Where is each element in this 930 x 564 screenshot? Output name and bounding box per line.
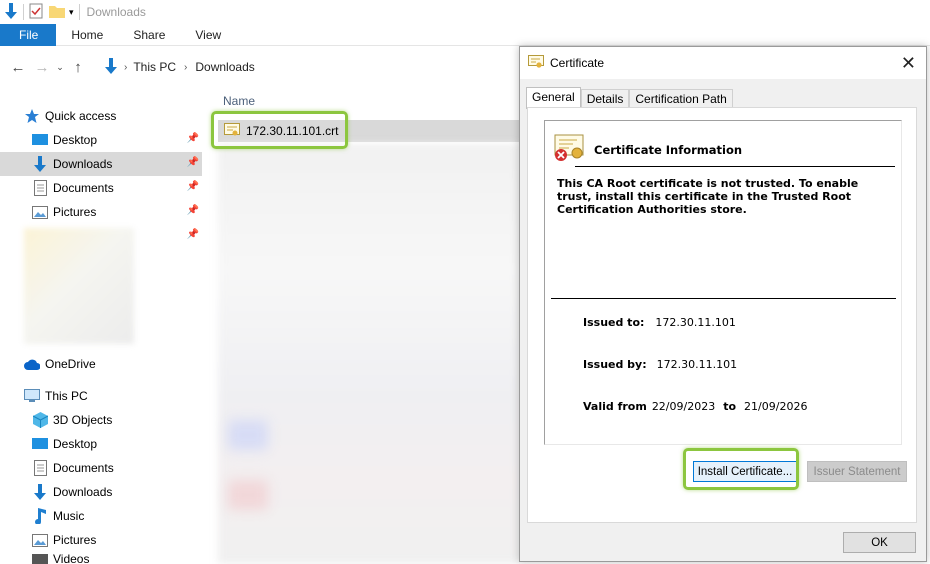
window-title: Downloads xyxy=(86,5,146,19)
tab-general[interactable]: General xyxy=(526,87,581,109)
sidebar-item-desktop[interactable]: Desktop 📌 xyxy=(0,128,202,152)
desktop-icon xyxy=(32,132,48,148)
blurred-region xyxy=(24,228,134,344)
new-folder-icon[interactable] xyxy=(49,4,65,21)
sidebar-item-videos[interactable]: Videos xyxy=(0,552,202,564)
video-icon xyxy=(32,552,48,564)
issued-by-label: Issued by: xyxy=(583,358,647,371)
valid-to-value: 21/09/2026 xyxy=(744,400,808,413)
untrusted-certificate-icon xyxy=(553,133,585,166)
back-arrow-icon[interactable]: ← xyxy=(6,55,30,79)
pin-icon[interactable]: 📌 xyxy=(187,229,199,240)
tab-certification-path[interactable]: Certification Path xyxy=(629,89,733,109)
customize-toolbar-icon[interactable]: ▾ xyxy=(69,7,74,18)
issued-to-label: Issued to: xyxy=(583,316,645,329)
certificate-info-box: Certificate Information This CA Root cer… xyxy=(544,120,902,445)
download-arrow-icon xyxy=(32,156,48,172)
properties-icon[interactable] xyxy=(29,3,43,22)
dialog-tabs: General Details Certification Path xyxy=(526,87,733,109)
close-icon[interactable]: ✕ xyxy=(901,53,916,74)
breadcrumb-downloads[interactable]: Downloads xyxy=(195,60,254,74)
sidebar-item-pictures-pc[interactable]: Pictures xyxy=(0,528,202,552)
download-arrow-icon xyxy=(32,484,48,500)
certificate-file-icon xyxy=(224,122,240,140)
tab-view[interactable]: View xyxy=(179,24,235,46)
tab-details[interactable]: Details xyxy=(580,89,630,109)
file-row-selected[interactable]: 172.30.11.101.crt xyxy=(218,120,520,142)
file-list: Name 172.30.11.101.crt xyxy=(218,90,520,564)
breadcrumb-this-pc[interactable]: This PC xyxy=(133,60,176,74)
document-icon xyxy=(32,180,48,196)
valid-from-value: 22/09/2023 xyxy=(651,400,716,413)
pin-icon[interactable]: 📌 xyxy=(187,133,199,144)
forward-arrow-icon[interactable]: → xyxy=(30,55,54,79)
certificate-icon xyxy=(528,54,544,72)
tab-file[interactable]: File xyxy=(0,24,57,46)
trust-warning-message: This CA Root certificate is not trusted.… xyxy=(557,177,859,216)
address-bar[interactable]: › This PC › Downloads xyxy=(104,54,524,80)
recent-locations-icon[interactable]: ⌄ xyxy=(54,55,66,79)
sidebar-item-pictures[interactable]: Pictures 📌 xyxy=(0,200,202,224)
pin-icon[interactable]: 📌 xyxy=(187,157,199,168)
certificate-info-header: Certificate Information xyxy=(553,133,742,166)
sidebar-item-documents-pc[interactable]: Documents xyxy=(0,456,202,480)
general-tab-panel: Certificate Information This CA Root cer… xyxy=(527,107,917,523)
sidebar-item-this-pc[interactable]: This PC xyxy=(24,384,202,408)
pictures-icon xyxy=(32,532,48,548)
tab-home[interactable]: Home xyxy=(56,24,117,46)
certificate-dialog: Certificate ✕ General Details Certificat… xyxy=(519,46,927,562)
toolbar-divider xyxy=(23,4,24,20)
chevron-right-icon[interactable]: › xyxy=(124,62,127,73)
ribbon-tabs: File Home Share View xyxy=(0,24,930,46)
chevron-right-icon[interactable]: › xyxy=(184,62,187,73)
dialog-title-bar: Certificate ✕ xyxy=(520,47,926,79)
file-name: 172.30.11.101.crt xyxy=(246,124,339,138)
column-header-name[interactable]: Name xyxy=(223,94,255,108)
sidebar-item-documents[interactable]: Documents 📌 xyxy=(0,176,202,200)
validity-row: Valid from 22/09/2023 to 21/09/2026 xyxy=(583,400,807,413)
issued-by-row: Issued by: 172.30.11.101 xyxy=(583,358,737,371)
up-arrow-icon[interactable]: ↑ xyxy=(66,55,90,79)
issued-to-row: Issued to: 172.30.11.101 xyxy=(583,316,736,329)
divider xyxy=(575,166,895,167)
pictures-icon xyxy=(32,204,48,220)
issued-to-value: 172.30.11.101 xyxy=(655,316,736,329)
document-icon xyxy=(32,460,48,476)
divider xyxy=(551,298,896,299)
sidebar-item-quick-access[interactable]: Quick access xyxy=(24,104,202,128)
desktop-screen: ▾ Downloads File Home Share View ← → ⌄ ↑… xyxy=(0,0,930,564)
tab-share[interactable]: Share xyxy=(117,24,179,46)
sidebar-item-downloads-pc[interactable]: Downloads xyxy=(0,480,202,504)
download-arrow-icon[interactable] xyxy=(4,2,18,22)
star-icon xyxy=(24,108,40,124)
sidebar-item-music[interactable]: Music xyxy=(0,504,202,528)
valid-from-label: Valid from xyxy=(583,400,647,413)
music-icon xyxy=(32,508,48,524)
blurred-region xyxy=(228,480,268,510)
computer-icon xyxy=(24,388,40,404)
cloud-icon xyxy=(24,356,40,372)
sidebar-item-3d-objects[interactable]: 3D Objects xyxy=(0,408,202,432)
cube-icon xyxy=(32,412,48,428)
dialog-title: Certificate xyxy=(550,56,605,70)
sidebar-item-downloads[interactable]: Downloads 📌 xyxy=(0,152,202,176)
install-certificate-button[interactable]: Install Certificate... xyxy=(693,461,797,482)
issued-by-value: 172.30.11.101 xyxy=(656,358,738,371)
certificate-info-title: Certificate Information xyxy=(594,142,743,157)
blurred-region xyxy=(228,420,268,450)
sidebar-item-onedrive[interactable]: OneDrive xyxy=(24,352,202,376)
pin-icon[interactable]: 📌 xyxy=(187,181,199,192)
quick-access-toolbar: ▾ Downloads xyxy=(0,0,930,24)
download-arrow-icon xyxy=(104,57,118,77)
issuer-statement-button[interactable]: Issuer Statement xyxy=(807,461,907,482)
pin-icon[interactable]: 📌 xyxy=(187,205,199,216)
ok-button[interactable]: OK xyxy=(843,532,916,553)
toolbar-divider xyxy=(78,4,80,20)
navigation-pane: Quick access Desktop 📌 Downloads 📌 Docum… xyxy=(0,100,204,564)
sidebar-item-desktop-pc[interactable]: Desktop xyxy=(0,432,202,456)
desktop-icon xyxy=(32,436,48,452)
valid-to-label: to xyxy=(723,400,737,413)
